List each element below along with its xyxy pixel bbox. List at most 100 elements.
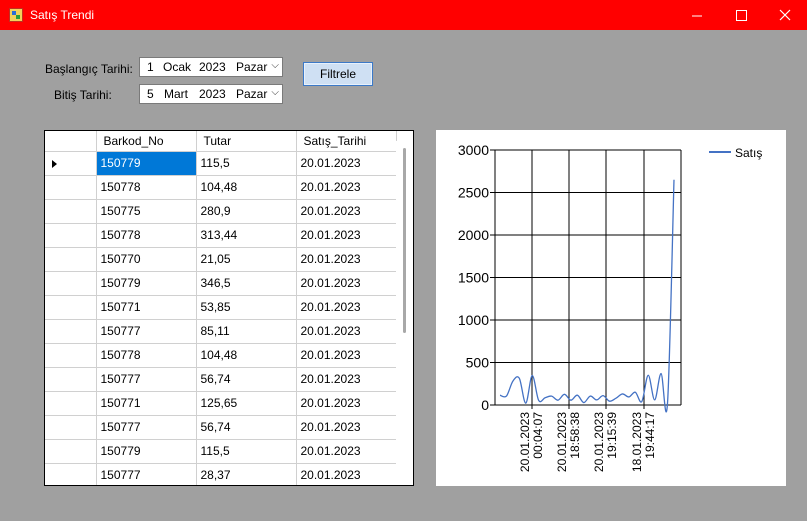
- close-icon: [779, 9, 791, 21]
- cell-satis-tarihi[interactable]: 20.01.2023: [296, 439, 397, 464]
- cell-satis-tarihi[interactable]: 20.01.2023: [296, 175, 397, 200]
- cell-barkod[interactable]: 150778: [96, 175, 197, 200]
- cell-barkod[interactable]: 150777: [96, 367, 197, 392]
- end-month[interactable]: Mart: [164, 87, 188, 101]
- row-header[interactable]: [45, 415, 97, 440]
- start-day[interactable]: 1: [147, 60, 154, 74]
- row-header[interactable]: [45, 151, 97, 176]
- scrollbar-thumb[interactable]: [403, 148, 406, 333]
- chart-svg: 05001000150020002500300020.01.2023 00:04:…: [458, 142, 763, 472]
- end-weekday: Pazar: [236, 87, 268, 101]
- table-row[interactable]: 150775 280,9 20.01.2023: [45, 199, 397, 224]
- x-tick-label-line: 20.01.2023: [518, 412, 532, 472]
- cell-barkod[interactable]: 150778: [96, 343, 197, 368]
- row-header[interactable]: [45, 295, 97, 320]
- cell-tutar[interactable]: 104,48: [196, 175, 297, 200]
- cell-barkod[interactable]: 150779: [96, 151, 197, 176]
- cell-tutar[interactable]: 104,48: [196, 343, 297, 368]
- table-row[interactable]: 150778 104,48 20.01.2023: [45, 175, 397, 200]
- end-year[interactable]: 2023: [199, 87, 226, 101]
- row-header[interactable]: [45, 319, 97, 344]
- cell-barkod[interactable]: 150775: [96, 199, 197, 224]
- column-header-tutar[interactable]: Tutar: [196, 131, 297, 152]
- cell-barkod[interactable]: 150770: [96, 247, 197, 272]
- cell-barkod[interactable]: 150777: [96, 415, 197, 440]
- end-date-picker[interactable]: 5 Mart 2023 Pazar ⌵: [139, 84, 283, 104]
- table-row[interactable]: 150777 56,74 20.01.2023: [45, 415, 397, 440]
- cell-tutar[interactable]: 53,85: [196, 295, 297, 320]
- row-header[interactable]: [45, 223, 97, 248]
- cell-satis-tarihi[interactable]: 20.01.2023: [296, 199, 397, 224]
- cell-barkod[interactable]: 150771: [96, 295, 197, 320]
- cell-satis-tarihi[interactable]: 20.01.2023: [296, 295, 397, 320]
- x-tick-label-line: 18.01.2023: [630, 412, 644, 472]
- minimize-button[interactable]: [675, 0, 719, 30]
- column-header-satis-tarihi[interactable]: Satış_Tarihi: [296, 131, 397, 152]
- table-row[interactable]: 150779 115,5 20.01.2023: [45, 439, 397, 464]
- table-row[interactable]: 150770 21,05 20.01.2023: [45, 247, 397, 272]
- start-date-picker[interactable]: 1 Ocak 2023 Pazar ⌵: [139, 57, 283, 77]
- end-day[interactable]: 5: [147, 87, 154, 101]
- cell-satis-tarihi[interactable]: 20.01.2023: [296, 223, 397, 248]
- cell-tutar[interactable]: 21,05: [196, 247, 297, 272]
- close-button[interactable]: [763, 0, 807, 30]
- row-header[interactable]: [45, 343, 97, 368]
- cell-tutar[interactable]: 280,9: [196, 199, 297, 224]
- cell-tutar[interactable]: 125,65: [196, 391, 297, 416]
- cell-barkod[interactable]: 150777: [96, 463, 197, 485]
- y-tick-label: 1000: [458, 312, 489, 328]
- table-row[interactable]: 150777 28,37 20.01.2023: [45, 463, 397, 485]
- cell-tutar[interactable]: 115,5: [196, 439, 297, 464]
- cell-satis-tarihi[interactable]: 20.01.2023: [296, 391, 397, 416]
- grid-vertical-scrollbar[interactable]: [396, 141, 413, 485]
- cell-tutar[interactable]: 313,44: [196, 223, 297, 248]
- cell-barkod[interactable]: 150779: [96, 439, 197, 464]
- row-header[interactable]: [45, 391, 97, 416]
- sales-data-grid[interactable]: Barkod_No Tutar Satış_Tarihi 150779 115,5…: [44, 130, 414, 486]
- cell-barkod[interactable]: 150771: [96, 391, 197, 416]
- row-header[interactable]: [45, 271, 97, 296]
- y-tick-label: 2500: [458, 185, 489, 201]
- table-row[interactable]: 150771 53,85 20.01.2023: [45, 295, 397, 320]
- row-header[interactable]: [45, 367, 97, 392]
- row-header[interactable]: [45, 175, 97, 200]
- cell-barkod[interactable]: 150777: [96, 319, 197, 344]
- cell-satis-tarihi[interactable]: 20.01.2023: [296, 343, 397, 368]
- table-row[interactable]: 150777 56,74 20.01.2023: [45, 367, 397, 392]
- table-row[interactable]: 150777 85,11 20.01.2023: [45, 319, 397, 344]
- start-year[interactable]: 2023: [199, 60, 226, 74]
- cell-tutar[interactable]: 56,74: [196, 367, 297, 392]
- cell-barkod[interactable]: 150778: [96, 223, 197, 248]
- cell-satis-tarihi[interactable]: 20.01.2023: [296, 271, 397, 296]
- cell-tutar[interactable]: 56,74: [196, 415, 297, 440]
- cell-tutar[interactable]: 346,5: [196, 271, 297, 296]
- cell-satis-tarihi[interactable]: 20.01.2023: [296, 319, 397, 344]
- row-header[interactable]: [45, 463, 97, 485]
- row-header[interactable]: [45, 439, 97, 464]
- chevron-down-icon[interactable]: ⌵: [271, 60, 279, 71]
- cell-satis-tarihi[interactable]: 20.01.2023: [296, 415, 397, 440]
- maximize-button[interactable]: [719, 0, 763, 30]
- table-row[interactable]: 150779 115,5 20.01.2023: [45, 151, 397, 176]
- cell-barkod[interactable]: 150779: [96, 271, 197, 296]
- table-row[interactable]: 150771 125,65 20.01.2023: [45, 391, 397, 416]
- y-tick-label: 1500: [458, 270, 489, 286]
- cell-satis-tarihi[interactable]: 20.01.2023: [296, 463, 397, 485]
- cell-tutar[interactable]: 85,11: [196, 319, 297, 344]
- chevron-down-icon[interactable]: ⌵: [271, 87, 279, 98]
- cell-tutar[interactable]: 115,5: [196, 151, 297, 176]
- start-month[interactable]: Ocak: [163, 60, 191, 74]
- filter-button[interactable]: Filtrele: [303, 62, 373, 86]
- grid-corner-header[interactable]: [45, 131, 97, 152]
- row-header[interactable]: [45, 199, 97, 224]
- cell-satis-tarihi[interactable]: 20.01.2023: [296, 367, 397, 392]
- cell-satis-tarihi[interactable]: 20.01.2023: [296, 247, 397, 272]
- column-header-barkod[interactable]: Barkod_No: [96, 131, 197, 152]
- row-header[interactable]: [45, 247, 97, 272]
- cell-tutar[interactable]: 28,37: [196, 463, 297, 485]
- table-row[interactable]: 150778 104,48 20.01.2023: [45, 343, 397, 368]
- table-row[interactable]: 150779 346,5 20.01.2023: [45, 271, 397, 296]
- cell-satis-tarihi[interactable]: 20.01.2023: [296, 151, 397, 176]
- x-tick-label: 20.01.2023 00:04:07: [518, 412, 545, 472]
- table-row[interactable]: 150778 313,44 20.01.2023: [45, 223, 397, 248]
